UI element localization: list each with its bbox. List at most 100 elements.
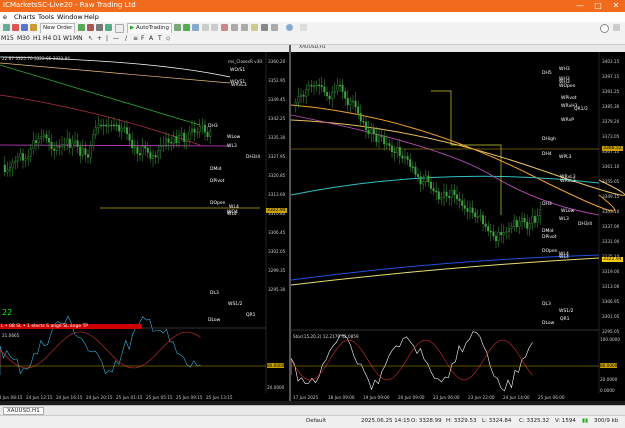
candle-body [419, 176, 422, 185]
ma-red-line [0, 94, 201, 146]
candle-body [27, 155, 30, 160]
timeframe-m30[interactable]: M30 [17, 34, 30, 43]
candle-body [144, 146, 147, 149]
menu-item-tools[interactable]: Tools [38, 13, 54, 21]
zoom-in-icon[interactable] [202, 24, 209, 31]
close-button[interactable]: ✕ [607, 0, 625, 12]
candle-body [390, 145, 393, 152]
candle-body [375, 133, 378, 142]
candle-body [406, 156, 409, 160]
text-tool-icon[interactable]: A [149, 34, 153, 43]
horizontal-line-tool-icon[interactable]: — [113, 34, 119, 43]
candle-body [141, 146, 144, 156]
indicators-icon[interactable] [251, 24, 258, 31]
fibonacci-tool-icon[interactable]: F [141, 34, 144, 43]
left-osc-price-20: 20.0000 [267, 385, 285, 390]
cursor-tool-icon[interactable]: ↖ [88, 34, 93, 43]
menu-item-help[interactable]: Help [84, 13, 99, 21]
right-osc-price-20: 20.0000 [600, 377, 618, 382]
zoom-icon[interactable] [96, 24, 103, 31]
level-label: QR1 [560, 317, 570, 322]
candle-body [505, 231, 508, 233]
autoscroll-icon[interactable] [231, 24, 238, 31]
vertical-line-tool-icon[interactable]: | [106, 34, 108, 43]
candle-body [346, 98, 349, 106]
trendline-tool-icon[interactable]: / [125, 34, 127, 43]
date-axis-label: 25 Jun 01:15 [116, 395, 143, 400]
candle-body [29, 148, 32, 157]
shapes-tool-icon[interactable]: ⬦ [166, 34, 170, 43]
candle-body [159, 145, 162, 151]
channel-tool-icon[interactable]: ≡ [133, 34, 138, 43]
menu-item-window[interactable]: Window [57, 13, 83, 21]
timeframe-d1[interactable]: D1 [53, 34, 61, 43]
candle-body [533, 216, 536, 223]
globe-icon[interactable] [286, 24, 293, 31]
level-label: QR1 [246, 313, 256, 318]
left-chart-canvas[interactable] [0, 45, 289, 401]
timeframe-h1[interactable]: H1 [33, 34, 41, 43]
buy-icon[interactable] [78, 24, 85, 31]
level-label: WOpen [559, 84, 576, 89]
candle-body [536, 215, 539, 223]
candle-body [367, 129, 370, 134]
status-open: O: 3328.99 [411, 418, 442, 424]
line-chart-icon[interactable] [192, 24, 199, 31]
menu-item-file[interactable]: e [3, 13, 7, 21]
candle-body [79, 146, 82, 156]
templates-icon[interactable] [271, 24, 278, 31]
price-axis-label: 3301.05 [602, 314, 620, 319]
expert-icon[interactable] [115, 24, 124, 33]
timeframe-m15[interactable]: M15 [1, 34, 14, 43]
navigator-icon[interactable] [21, 24, 28, 31]
bar-chart-icon[interactable] [174, 24, 181, 31]
price-axis-label: 3331.00 [602, 239, 620, 244]
candle-body [476, 216, 479, 218]
crosshair-tool-icon[interactable]: + [97, 34, 102, 43]
price-axis-label: 3361.10 [602, 164, 620, 169]
tab-xauusd-h1[interactable]: XAUUSD,H1 [3, 407, 44, 415]
level-label: WLow [227, 135, 241, 140]
candle-body [453, 189, 456, 195]
candle-body [409, 159, 412, 167]
left-indicator-bar: L • 08 SL • 1 elects S ange SL ange TP [0, 324, 142, 329]
terminal-icon[interactable] [30, 24, 37, 31]
chat-icon[interactable] [613, 24, 620, 31]
date-axis-label: 25 Jun 09:15 [176, 395, 203, 400]
chart-icon[interactable] [12, 24, 19, 31]
candle-body [297, 96, 300, 103]
level-label: DL3 [210, 291, 219, 296]
candle-body [357, 106, 360, 114]
price-axis-label: 3352.95 [268, 78, 286, 83]
menu-item-charts[interactable]: Charts [14, 13, 35, 21]
candle-body [294, 101, 297, 106]
candle-body [500, 231, 503, 236]
timeframe-mn[interactable]: MN [73, 34, 83, 43]
minimize-button[interactable]: — [571, 0, 589, 12]
search-icon[interactable] [600, 24, 609, 33]
candle-body [170, 142, 173, 144]
periods-icon[interactable] [261, 24, 268, 31]
price-axis-label: 3319.00 [602, 269, 620, 274]
candle-body [364, 121, 367, 131]
maximize-button[interactable]: □ [589, 0, 607, 12]
timeframe-h4[interactable]: H4 [43, 34, 51, 43]
chart-window-left[interactable]: 22.67 3325.70 3322.05 3322.94 ms_ClosesR… [0, 45, 291, 401]
profiles-icon[interactable] [3, 24, 10, 31]
level-label: DLow [208, 318, 221, 323]
autotrading-icon: ▶ [130, 25, 135, 31]
candle-body [175, 136, 178, 143]
market-icon[interactable] [105, 24, 112, 31]
chart-window-right[interactable]: XAUUSD,H1 DH5 WH3 WH3 WH3 WOpen WPivot WRvH3 QR… [291, 45, 625, 401]
dropdown-icon[interactable] [300, 24, 307, 31]
label-tool-icon[interactable]: T [158, 34, 162, 43]
date-axis-label: 24 Jun 14:00 [503, 395, 530, 400]
timeframe-w1[interactable]: W1 [63, 34, 73, 43]
sell-icon[interactable] [87, 24, 94, 31]
zoom-out-icon[interactable] [211, 24, 218, 31]
chart-shift-icon[interactable] [241, 24, 248, 31]
candle-body [97, 124, 100, 128]
candlestick-icon[interactable] [183, 24, 190, 31]
level-label: DH3/4 [578, 222, 593, 227]
tile-windows-icon[interactable] [221, 24, 228, 31]
